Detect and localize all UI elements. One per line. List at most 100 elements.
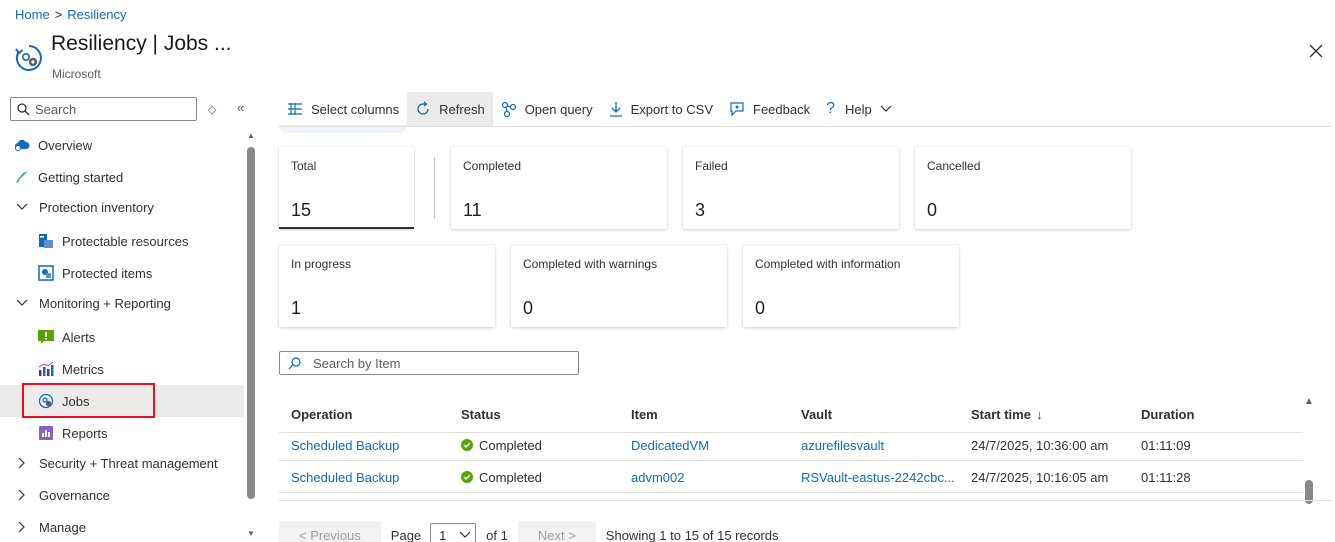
summary-card-in-progress[interactable]: In progress 1 — [279, 245, 495, 327]
export-csv-button[interactable]: Export to CSV — [601, 92, 721, 126]
toolbar-divider — [279, 126, 1332, 127]
scroll-down-icon[interactable]: ▼ — [247, 529, 255, 538]
sidebar-item-label: Protected items — [62, 265, 153, 281]
select-columns-button[interactable]: Select columns — [279, 92, 407, 126]
column-header-status[interactable]: Status — [461, 396, 501, 432]
success-check-icon — [461, 471, 473, 483]
operation-link[interactable]: Scheduled Backup — [291, 461, 399, 493]
item-search-input[interactable] — [313, 355, 573, 371]
item-link[interactable]: DedicatedVM — [631, 429, 709, 461]
feedback-label: Feedback — [753, 101, 811, 117]
table-row[interactable]: Scheduled Backup Completed DedicatedVM a… — [279, 429, 1303, 461]
collapse-sidebar-icon[interactable]: « — [237, 100, 244, 115]
column-header-vault[interactable]: Vault — [801, 396, 832, 432]
column-header-label: Item — [631, 406, 658, 422]
column-header-start-time[interactable]: Start time ↓ — [971, 396, 1042, 432]
breadcrumb-home[interactable]: Home — [15, 7, 50, 22]
next-label: Next > — [537, 527, 576, 542]
refresh-icon — [417, 101, 429, 115]
breadcrumb-resiliency[interactable]: Resiliency — [67, 7, 126, 22]
sidebar-item-manage[interactable]: Manage — [0, 511, 244, 542]
sidebar-item-alerts[interactable]: Alerts — [0, 321, 244, 353]
summary-card-total[interactable]: Total 15 — [279, 147, 414, 229]
cloud-icon — [14, 137, 30, 153]
sidebar-search[interactable] — [10, 97, 197, 121]
summary-card-failed[interactable]: Failed 3 — [683, 147, 899, 229]
status-label: Completed — [479, 469, 542, 485]
sidebar-item-monitoring-reporting[interactable]: Monitoring + Reporting — [0, 287, 244, 319]
previous-page-button[interactable]: < Previous — [279, 521, 381, 542]
summary-card-completed[interactable]: Completed 11 — [451, 147, 667, 229]
item-link[interactable]: advm002 — [631, 461, 684, 493]
search-icon — [288, 356, 301, 369]
sidebar-scrollbar[interactable]: ▲ ▼ — [244, 131, 258, 542]
sidebar-search-input[interactable] — [35, 101, 185, 117]
card-value: 3 — [695, 200, 706, 220]
card-label: Total — [291, 159, 317, 173]
sidebar-item-label: Governance — [39, 487, 110, 503]
chevron-right-icon — [16, 457, 28, 469]
summary-card-completed-warnings[interactable]: Completed with warnings 0 — [511, 245, 727, 327]
card-divider — [434, 157, 435, 219]
summary-card-cancelled[interactable]: Cancelled 0 — [915, 147, 1131, 229]
card-value: 15 — [291, 200, 312, 220]
sidebar-item-protection-inventory[interactable]: Protection inventory — [0, 191, 244, 223]
sidebar: ◇ « Overview Getting started Protection … — [0, 95, 260, 542]
summary-card-completed-info[interactable]: Completed with information 0 — [743, 245, 959, 327]
sidebar-item-protectable-resources[interactable]: Protectable resources — [0, 225, 244, 257]
sidebar-item-security-threat[interactable]: Security + Threat management — [0, 447, 244, 479]
close-icon[interactable] — [1306, 41, 1326, 61]
status-label: Completed — [479, 437, 542, 453]
column-header-duration[interactable]: Duration — [1141, 396, 1194, 432]
breadcrumb-separator: > — [54, 7, 63, 22]
sidebar-item-label: Protectable resources — [62, 233, 189, 249]
operation-link[interactable]: Scheduled Backup — [291, 429, 399, 461]
feedback-icon — [730, 102, 744, 117]
item-search[interactable] — [279, 351, 579, 375]
sidebar-item-getting-started[interactable]: Getting started — [0, 161, 244, 193]
sidebar-item-jobs[interactable]: Jobs — [0, 385, 244, 417]
table-scrollbar[interactable]: ▲ — [1302, 396, 1316, 506]
chevron-down-icon — [459, 531, 471, 538]
sidebar-item-protected-items[interactable]: Protected items — [0, 257, 244, 289]
sidebar-item-label: Manage — [39, 519, 86, 535]
sidebar-sort-icon[interactable]: ◇ — [208, 103, 216, 116]
refresh-button[interactable]: Refresh — [407, 92, 493, 126]
card-label: Completed — [463, 159, 522, 173]
sidebar-item-metrics[interactable]: Metrics — [0, 353, 244, 385]
open-query-button[interactable]: Open query — [493, 92, 601, 126]
columns-icon — [288, 103, 302, 115]
column-header-label: Operation — [291, 406, 353, 422]
status-cell: Completed — [461, 461, 542, 493]
scroll-up-icon[interactable]: ▲ — [247, 131, 255, 140]
table-row[interactable]: Scheduled Backup Completed advm002 RSVau… — [279, 461, 1303, 493]
sort-descending-icon: ↓ — [1035, 406, 1043, 422]
vault-link[interactable]: azurefilesvault — [801, 429, 884, 461]
page-select[interactable]: 1 — [430, 523, 477, 542]
card-label: Completed with information — [755, 257, 901, 271]
sidebar-item-label: Jobs — [62, 393, 90, 409]
column-header-item[interactable]: Item — [631, 396, 658, 432]
download-icon — [609, 102, 622, 117]
column-header-operation[interactable]: Operation — [291, 396, 352, 432]
sidebar-item-reports[interactable]: Reports — [0, 417, 244, 449]
select-columns-label: Select columns — [311, 101, 400, 117]
sidebar-item-label: Reports — [62, 425, 108, 441]
next-page-button[interactable]: Next > — [517, 521, 596, 542]
page-title: Resiliency | Jobs ... — [51, 32, 232, 55]
sidebar-item-overview[interactable]: Overview — [0, 129, 244, 161]
previous-label: < Previous — [299, 527, 361, 542]
pagination: < Previous Page 1 of 1 Next > Showing 1 … — [279, 521, 779, 542]
protected-items-icon — [38, 265, 54, 281]
page-label: Page — [390, 527, 422, 542]
feedback-button[interactable]: Feedback — [721, 92, 818, 126]
scrollbar-thumb[interactable] — [247, 147, 255, 499]
card-value: 1 — [291, 298, 302, 318]
sidebar-item-governance[interactable]: Governance — [0, 479, 244, 511]
vault-link[interactable]: RSVault-eastus-2242cbc... — [801, 461, 955, 493]
help-button[interactable]: ? Help — [818, 92, 900, 126]
scroll-up-icon[interactable]: ▲ — [1304, 396, 1314, 407]
column-header-label: Duration — [1141, 406, 1195, 422]
card-label: Cancelled — [927, 159, 981, 173]
card-value: 0 — [927, 200, 938, 220]
